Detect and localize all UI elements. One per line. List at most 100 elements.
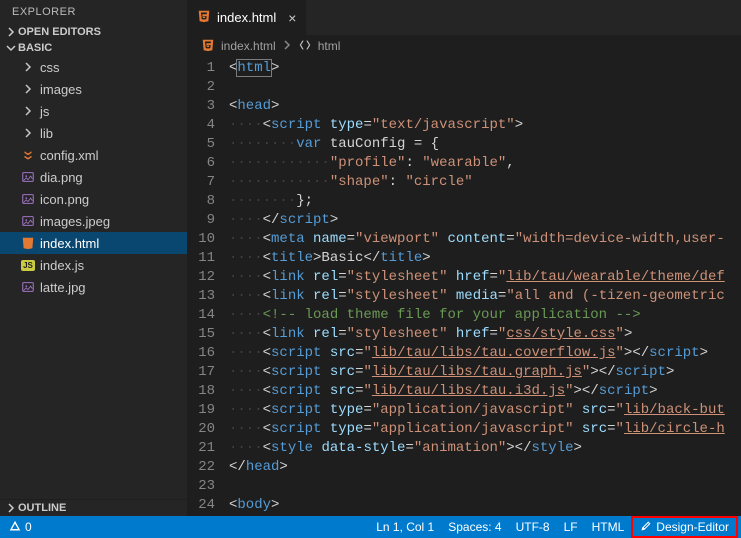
explorer-sidebar: EXPLORER OPEN EDITORS BASIC cssimagesjsl… <box>0 0 187 516</box>
html-file-icon <box>197 9 211 26</box>
line-number: 18 <box>187 382 215 401</box>
status-bar: 0 Ln 1, Col 1 Spaces: 4 UTF-8 LF HTML De… <box>0 516 741 538</box>
code-line[interactable]: <html> <box>229 59 741 78</box>
file-tree: css images jslib config.xml dia.png icon.png i… <box>0 56 187 499</box>
code-line[interactable]: <body> <box>229 496 741 515</box>
code-line[interactable]: ····<link rel="stylesheet" href="lib/tau… <box>229 268 741 287</box>
image-file-icon <box>18 170 38 184</box>
outline-section[interactable]: OUTLINE <box>0 499 187 516</box>
code-line[interactable]: ····<link rel="stylesheet" media="all an… <box>229 287 741 306</box>
close-icon[interactable]: × <box>288 10 296 26</box>
code-line[interactable]: <head> <box>229 97 741 116</box>
file-tree-item[interactable]: images <box>0 78 187 100</box>
line-number: 1 <box>187 59 215 78</box>
file-tree-item[interactable]: icon.png <box>0 188 187 210</box>
file-name: css <box>40 60 60 75</box>
html-file-icon <box>201 38 215 55</box>
file-tree-item[interactable]: lib <box>0 122 187 144</box>
design-editor-button[interactable]: Design-Editor <box>631 516 738 538</box>
breadcrumb-file[interactable]: index.html <box>221 39 276 53</box>
file-tree-item[interactable]: config.xml <box>0 144 187 166</box>
line-number: 4 <box>187 116 215 135</box>
file-name: dia.png <box>40 170 83 185</box>
file-tree-item[interactable]: js <box>0 100 187 122</box>
code-line[interactable]: ····<script src="lib/tau/libs/tau.graph.… <box>229 363 741 382</box>
code-editor[interactable]: 123456789101112131415161718192021222324 … <box>187 57 741 516</box>
status-cursor[interactable]: Ln 1, Col 1 <box>369 516 441 538</box>
chevron-right-icon <box>4 27 18 37</box>
code-line[interactable]: ········var tauConfig = { <box>229 135 741 154</box>
code-content[interactable]: <html> <head>····<script type="text/javas… <box>229 57 741 516</box>
line-number: 9 <box>187 211 215 230</box>
file-tree-item[interactable]: latte.jpg <box>0 276 187 298</box>
image-file-icon <box>18 192 38 206</box>
explorer-title: EXPLORER <box>0 0 187 24</box>
code-line[interactable]: </head> <box>229 458 741 477</box>
code-line[interactable] <box>229 477 741 496</box>
code-line[interactable]: ····<!-- load theme file for your applic… <box>229 306 741 325</box>
editor-area: index.html × index.html html 12345678910 <box>187 0 741 516</box>
tab-label: index.html <box>217 10 276 25</box>
chevron-right-icon <box>18 62 38 72</box>
status-encoding[interactable]: UTF-8 <box>509 516 557 538</box>
status-indent[interactable]: Spaces: 4 <box>441 516 508 538</box>
js-file-icon: JS <box>18 260 38 271</box>
file-tree-item[interactable]: index.html <box>0 232 187 254</box>
file-tree-item[interactable]: images.jpeg <box>0 210 187 232</box>
code-line[interactable]: ············"shape": "circle" <box>229 173 741 192</box>
code-line[interactable]: ····<link rel="stylesheet" href="css/sty… <box>229 325 741 344</box>
file-tree-item[interactable]: dia.png <box>0 166 187 188</box>
line-number: 22 <box>187 458 215 477</box>
warning-icon <box>9 520 21 535</box>
file-name: images.jpeg <box>40 214 110 229</box>
line-number: 13 <box>187 287 215 306</box>
status-problems[interactable]: 0 <box>2 516 39 538</box>
xml-file-icon <box>18 148 38 162</box>
file-name: images <box>40 82 82 97</box>
file-tree-item[interactable]: css <box>0 56 187 78</box>
open-editors-label: OPEN EDITORS <box>18 26 101 38</box>
outline-label: OUTLINE <box>18 502 66 514</box>
code-line[interactable]: ············"profile": "wearable", <box>229 154 741 173</box>
code-line[interactable]: ····</script> <box>229 211 741 230</box>
chevron-right-icon <box>18 128 38 138</box>
code-line[interactable]: ····<script src="lib/tau/libs/tau.i3d.js… <box>229 382 741 401</box>
project-label: BASIC <box>18 42 52 54</box>
code-line[interactable]: ····<script type="application/javascript… <box>229 420 741 439</box>
line-number: 17 <box>187 363 215 382</box>
line-number: 23 <box>187 477 215 496</box>
code-line[interactable]: ····<meta name="viewport" content="width… <box>229 230 741 249</box>
image-file-icon <box>18 280 38 294</box>
code-line[interactable] <box>229 78 741 97</box>
chevron-down-icon <box>4 43 18 53</box>
line-number: 12 <box>187 268 215 287</box>
tab-index-html[interactable]: index.html × <box>187 0 307 35</box>
line-number: 6 <box>187 154 215 173</box>
line-number: 20 <box>187 420 215 439</box>
code-line[interactable]: ····<script type="text/javascript"> <box>229 116 741 135</box>
line-number: 19 <box>187 401 215 420</box>
code-line[interactable]: ····<script src="lib/tau/libs/tau.coverf… <box>229 344 741 363</box>
chevron-right-icon <box>282 39 292 53</box>
file-tree-item[interactable]: JSindex.js <box>0 254 187 276</box>
line-number: 16 <box>187 344 215 363</box>
status-eol[interactable]: LF <box>557 516 585 538</box>
file-name: config.xml <box>40 148 99 163</box>
code-line[interactable]: ····<title>Basic</title> <box>229 249 741 268</box>
open-editors-section[interactable]: OPEN EDITORS <box>0 24 187 40</box>
line-number: 11 <box>187 249 215 268</box>
breadcrumb[interactable]: index.html html <box>187 35 741 57</box>
line-number: 5 <box>187 135 215 154</box>
chevron-right-icon <box>4 503 18 513</box>
code-line[interactable]: ····<style data-style="animation"></styl… <box>229 439 741 458</box>
line-number: 10 <box>187 230 215 249</box>
problems-count: 0 <box>25 520 32 534</box>
file-name: icon.png <box>40 192 89 207</box>
code-line[interactable]: ········}; <box>229 192 741 211</box>
status-language[interactable]: HTML <box>585 516 632 538</box>
breadcrumb-symbol[interactable]: html <box>318 39 341 53</box>
file-name: latte.jpg <box>40 280 86 295</box>
project-section[interactable]: BASIC <box>0 40 187 56</box>
code-line[interactable]: ····<script type="application/javascript… <box>229 401 741 420</box>
line-number: 7 <box>187 173 215 192</box>
